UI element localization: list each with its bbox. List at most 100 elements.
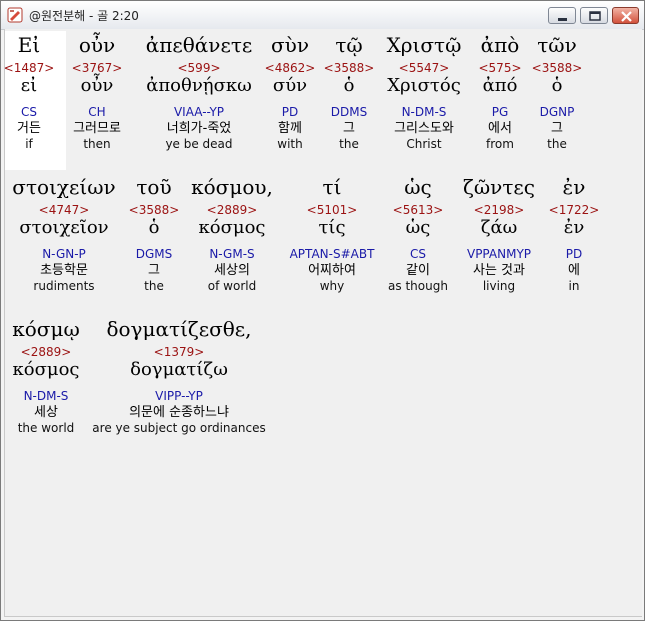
- korean-gloss: 에: [568, 263, 580, 278]
- lemma: ὡς: [405, 217, 431, 238]
- english-gloss: living: [482, 279, 516, 293]
- english-gloss: in: [568, 279, 580, 293]
- greek-word: τῶν: [537, 33, 577, 57]
- close-button[interactable]: [612, 7, 639, 24]
- greek-word: δογματίζεσθε,: [106, 317, 252, 341]
- word-block[interactable]: τῷ <3588> ὁ DDMS 그 the: [324, 33, 375, 151]
- strong-number-link[interactable]: <3767>: [72, 61, 123, 75]
- lemma: ζάω: [480, 217, 518, 238]
- greek-word: Εἰ: [17, 33, 41, 57]
- morphology-code[interactable]: VPPANMYP: [463, 247, 535, 261]
- morphology-code[interactable]: N-DM-S: [12, 389, 80, 403]
- greek-word: τί: [322, 175, 342, 199]
- strong-number-link[interactable]: <599>: [146, 61, 253, 75]
- word-block[interactable]: τῶν <3588> ὁ DGNP 그 the: [532, 33, 583, 151]
- word-block[interactable]: δογματίζεσθε, <1379> δογματίζω VIPP--YP …: [92, 317, 265, 435]
- morphology-code[interactable]: DGMS: [129, 247, 180, 261]
- maximize-button[interactable]: [580, 7, 608, 24]
- strong-number-link[interactable]: <4747>: [12, 203, 115, 217]
- strong-number-link[interactable]: <2889>: [12, 345, 80, 359]
- morphology-code[interactable]: APTAN-S#ABT: [290, 247, 375, 261]
- morphology-code[interactable]: CS: [4, 105, 55, 119]
- morphology-code[interactable]: PG: [478, 105, 521, 119]
- korean-gloss: 그: [343, 121, 355, 136]
- minimize-button[interactable]: [548, 7, 576, 24]
- greek-word: οὖν: [78, 33, 116, 57]
- morphology-code[interactable]: CS: [388, 247, 448, 261]
- greek-word: στοιχείων: [12, 175, 116, 199]
- word-block[interactable]: κόσμῳ <2889> κόσμος N-DM-S 세상 the world: [12, 317, 80, 435]
- word-block[interactable]: τί <5101> τίς APTAN-S#ABT 어찌하여 why: [290, 175, 375, 293]
- word-block[interactable]: στοιχείων <4747> στοιχεῖον N-GN-P 초등학문 r…: [12, 175, 115, 293]
- lemma: Χριστός: [387, 75, 461, 96]
- word-block[interactable]: Χριστῷ <5547> Χριστός N-DM-S 그리스도와 Chris…: [387, 33, 462, 151]
- strong-number-link[interactable]: <1379>: [92, 345, 265, 359]
- english-gloss: the: [144, 279, 164, 293]
- strong-number-link[interactable]: <5101>: [290, 203, 375, 217]
- korean-gloss: 의문에 순종하느냐: [129, 405, 229, 420]
- lemma: δογματίζω: [130, 359, 228, 380]
- morphology-code[interactable]: DGNP: [532, 105, 583, 119]
- word-block[interactable]: τοῦ <3588> ὁ DGMS 그 the: [129, 175, 180, 293]
- greek-word: κόσμου,: [191, 175, 273, 199]
- korean-gloss: 너희가-죽었: [166, 121, 232, 136]
- morphology-code[interactable]: DDMS: [324, 105, 375, 119]
- app-icon: [7, 7, 23, 23]
- strong-number-link[interactable]: <5547>: [387, 61, 462, 75]
- morphology-code[interactable]: VIPP--YP: [92, 389, 265, 403]
- lemma: εἰ: [20, 75, 38, 96]
- korean-gloss: 그: [551, 121, 563, 136]
- title-bar[interactable]: @원전분해 - 골 2:20: [1, 1, 644, 30]
- greek-word: ἀπὸ: [480, 33, 520, 57]
- strong-number-link[interactable]: <3588>: [324, 61, 375, 75]
- morphology-code[interactable]: N-GM-S: [191, 247, 273, 261]
- greek-word: Χριστῷ: [386, 33, 462, 57]
- english-gloss: as though: [388, 279, 448, 293]
- lemma: ὁ: [148, 217, 160, 238]
- strong-number-link[interactable]: <1487>: [4, 61, 55, 75]
- word-block[interactable]: ἀπὸ <575> ἀπό PG 에서 from: [478, 33, 521, 151]
- strong-number-link[interactable]: <3588>: [129, 203, 180, 217]
- strong-number-link[interactable]: <5613>: [388, 203, 448, 217]
- minimize-icon: [558, 18, 567, 21]
- app-window: @원전분해 - 골 2:20 Εἰ <1487> εἰ CS 거든 if οὖν: [0, 0, 645, 621]
- morphology-code[interactable]: PD: [265, 105, 316, 119]
- strong-number-link[interactable]: <3588>: [532, 61, 583, 75]
- strong-number-link[interactable]: <575>: [478, 61, 521, 75]
- greek-word: κόσμῳ: [12, 317, 80, 341]
- lemma: ἀποθνῄσκω: [146, 75, 252, 96]
- korean-gloss: 세상: [34, 405, 58, 420]
- lemma: οὖν: [80, 75, 114, 96]
- morphology-code[interactable]: N-DM-S: [387, 105, 462, 119]
- word-block[interactable]: κόσμου, <2889> κόσμος N-GM-S 세상의 of worl…: [191, 175, 273, 293]
- word-block[interactable]: οὖν <3767> οὖν CH 그러므로 then: [72, 33, 123, 151]
- strong-number-link[interactable]: <1722>: [549, 203, 600, 217]
- lemma: σύν: [272, 75, 308, 96]
- english-gloss: of world: [207, 279, 257, 293]
- korean-gloss: 세상의: [214, 263, 250, 278]
- morphology-code[interactable]: PD: [549, 247, 600, 261]
- morphology-code[interactable]: CH: [72, 105, 123, 119]
- strong-number-link[interactable]: <2198>: [463, 203, 535, 217]
- word-block[interactable]: Εἰ <1487> εἰ CS 거든 if: [4, 33, 55, 151]
- maximize-icon: [589, 11, 601, 21]
- lemma: κόσμος: [12, 359, 80, 380]
- word-block[interactable]: ζῶντες <2198> ζάω VPPANMYP 사는 것과 living: [463, 175, 535, 293]
- word-block[interactable]: σὺν <4862> σύν PD 함께 with: [265, 33, 316, 151]
- strong-number-link[interactable]: <2889>: [191, 203, 273, 217]
- english-gloss: why: [319, 279, 345, 293]
- word-block[interactable]: ὡς <5613> ὡς CS 같이 as though: [388, 175, 448, 293]
- word-block[interactable]: ἐν <1722> ἐν PD 에 in: [549, 175, 600, 293]
- morphology-code[interactable]: VIAA--YP: [146, 105, 253, 119]
- greek-word: ἐν: [562, 175, 586, 199]
- lemma: ὁ: [343, 75, 355, 96]
- greek-word: τοῦ: [136, 175, 172, 199]
- morphology-code[interactable]: N-GN-P: [12, 247, 115, 261]
- word-block[interactable]: ἀπεθάνετε <599> ἀποθνῄσκω VIAA--YP 너희가-죽…: [146, 33, 253, 151]
- english-gloss: with: [277, 137, 303, 151]
- strong-number-link[interactable]: <4862>: [265, 61, 316, 75]
- english-gloss: rudiments: [33, 279, 95, 293]
- greek-word: σὺν: [271, 33, 309, 57]
- greek-word: τῷ: [335, 33, 363, 57]
- korean-gloss: 초등학문: [40, 263, 88, 278]
